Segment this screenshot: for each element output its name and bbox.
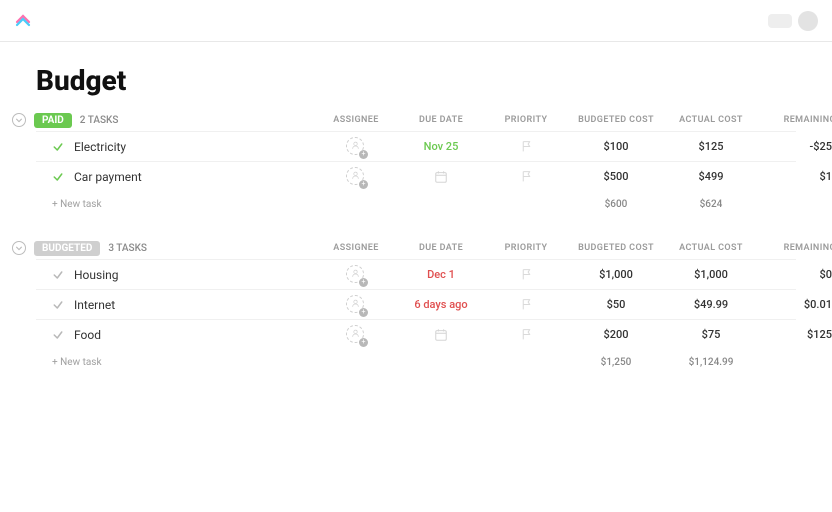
add-assignee-icon[interactable]: + <box>359 180 368 189</box>
col-priority: PRIORITY <box>486 115 566 125</box>
calendar-icon[interactable] <box>434 328 448 342</box>
assignee-cell[interactable]: + <box>316 325 396 345</box>
actual-cost[interactable]: $75 <box>666 328 756 341</box>
add-assignee-icon[interactable]: + <box>359 150 368 159</box>
actual-cost[interactable]: $125 <box>666 140 756 153</box>
due-date[interactable]: Dec 1 <box>396 268 486 281</box>
actual-cost[interactable]: $49.99 <box>666 298 756 311</box>
sum-budgeted: $600 <box>566 199 666 210</box>
col-actual: ACTUAL COST <box>666 115 756 125</box>
budgeted-cost[interactable]: $1,000 <box>566 268 666 281</box>
sum-budgeted: $1,250 <box>566 357 666 368</box>
flag-icon[interactable] <box>520 170 533 183</box>
new-task-button[interactable]: + New task <box>36 357 316 368</box>
table-row[interactable]: Internet + 6 days ago $50 $49.99 $0.01 <box>36 289 796 319</box>
add-assignee-icon[interactable]: + <box>359 338 368 347</box>
budgeted-cost[interactable]: $200 <box>566 328 666 341</box>
assignee-cell[interactable]: + <box>316 137 396 157</box>
table-row[interactable]: Housing + Dec 1 $1,000 $1,000 $0 <box>36 259 796 289</box>
logo[interactable] <box>14 10 32 32</box>
check-icon[interactable] <box>52 269 64 281</box>
flag-icon[interactable] <box>520 140 533 153</box>
topbar <box>0 0 832 42</box>
due-date[interactable]: 6 days ago <box>396 298 486 311</box>
table-row[interactable]: Car payment + $500 $499 $1 <box>36 161 796 191</box>
budgeted-cost[interactable]: $500 <box>566 170 666 183</box>
remaining-cost[interactable]: $0 <box>756 268 832 281</box>
new-task-button[interactable]: + New task <box>36 199 316 210</box>
actual-cost[interactable]: $499 <box>666 170 756 183</box>
col-assignee: ASSIGNEE <box>316 243 396 253</box>
remaining-cost[interactable]: $1 <box>756 170 832 183</box>
page-title: Budget <box>36 64 796 97</box>
assignee-cell[interactable]: + <box>316 295 396 315</box>
calendar-icon[interactable] <box>434 170 448 184</box>
due-date[interactable]: Nov 25 <box>396 140 486 153</box>
col-priority: PRIORITY <box>486 243 566 253</box>
task-name[interactable]: Housing <box>74 268 119 282</box>
status-pill[interactable]: BUDGETED <box>34 241 100 256</box>
task-name[interactable]: Food <box>74 328 101 342</box>
check-icon[interactable] <box>52 299 64 311</box>
topbar-placeholder-circle[interactable] <box>798 11 818 31</box>
sum-actual: $624 <box>666 199 756 210</box>
sum-actual: $1,124.99 <box>666 357 756 368</box>
check-icon[interactable] <box>52 141 64 153</box>
add-assignee-icon[interactable]: + <box>359 308 368 317</box>
group-collapse-toggle[interactable] <box>12 241 26 255</box>
budgeted-cost[interactable]: $50 <box>566 298 666 311</box>
col-remaining: REMAINING <box>756 243 832 253</box>
check-icon[interactable] <box>52 171 64 183</box>
check-icon[interactable] <box>52 329 64 341</box>
col-budgeted: BUDGETED COST <box>566 115 666 125</box>
status-pill[interactable]: PAID <box>34 113 72 128</box>
remaining-cost[interactable]: $125 <box>756 328 832 341</box>
chevron-down-icon <box>15 116 23 124</box>
col-due-date: DUE DATE <box>396 243 486 253</box>
task-count: 2 TASKS <box>80 115 119 126</box>
table-row[interactable]: Electricity + Nov 25 $100 $125 -$25 <box>36 131 796 161</box>
flag-icon[interactable] <box>520 268 533 281</box>
table-row[interactable]: Food + $200 $75 $125 <box>36 319 796 349</box>
task-name[interactable]: Internet <box>74 298 115 312</box>
budgeted-cost[interactable]: $100 <box>566 140 666 153</box>
assignee-cell[interactable]: + <box>316 167 396 187</box>
col-assignee: ASSIGNEE <box>316 115 396 125</box>
col-actual: ACTUAL COST <box>666 243 756 253</box>
flag-icon[interactable] <box>520 328 533 341</box>
task-name[interactable]: Car payment <box>74 170 142 184</box>
assignee-cell[interactable]: + <box>316 265 396 285</box>
remaining-cost[interactable]: $0.01 <box>756 298 832 311</box>
task-count: 3 TASKS <box>108 243 147 254</box>
remaining-cost[interactable]: -$25 <box>756 140 832 153</box>
col-budgeted: BUDGETED COST <box>566 243 666 253</box>
group-collapse-toggle[interactable] <box>12 113 26 127</box>
col-due-date: DUE DATE <box>396 115 486 125</box>
flag-icon[interactable] <box>520 298 533 311</box>
chevron-down-icon <box>15 244 23 252</box>
add-assignee-icon[interactable]: + <box>359 278 368 287</box>
topbar-placeholder-pill[interactable] <box>768 14 792 28</box>
task-name[interactable]: Electricity <box>74 140 126 154</box>
col-remaining: REMAINING <box>756 115 832 125</box>
actual-cost[interactable]: $1,000 <box>666 268 756 281</box>
